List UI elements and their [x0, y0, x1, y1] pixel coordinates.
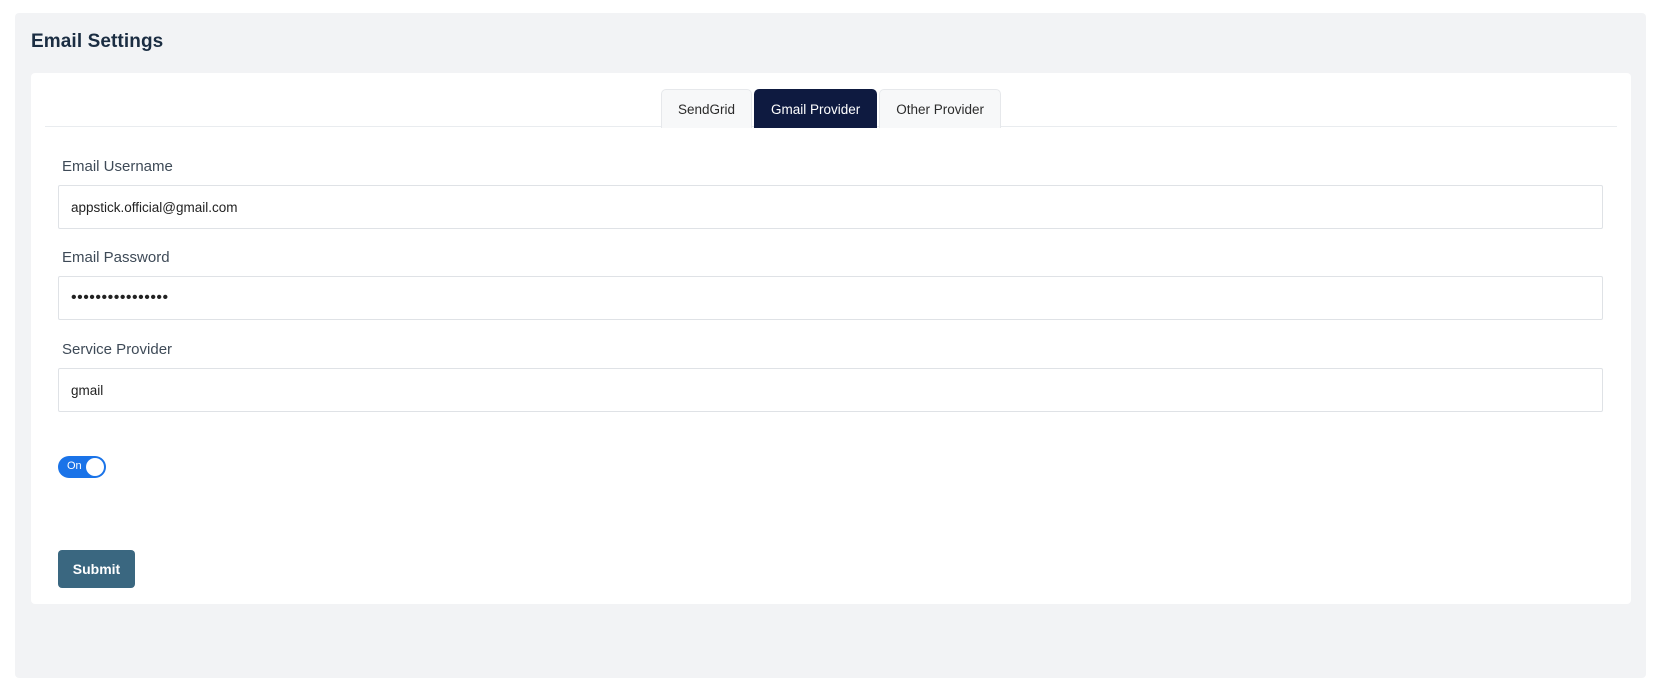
enable-toggle[interactable]: On — [58, 456, 106, 478]
email-username-label: Email Username — [62, 158, 173, 175]
page-title: Email Settings — [31, 31, 164, 52]
tab-sendgrid[interactable]: SendGrid — [660, 89, 752, 128]
service-provider-label: Service Provider — [62, 341, 173, 358]
tab-gmail-provider[interactable]: Gmail Provider — [753, 89, 878, 128]
tab-bar: SendGrid Gmail Provider Other Provider — [45, 89, 1617, 128]
toggle-label: On — [67, 460, 82, 472]
email-password-label: Email Password — [62, 249, 170, 266]
settings-panel: Email Settings SendGrid Gmail Provider O… — [15, 13, 1646, 678]
service-provider-input[interactable] — [58, 368, 1603, 412]
toggle-knob — [86, 458, 104, 476]
settings-card: SendGrid Gmail Provider Other Provider E… — [31, 73, 1631, 604]
tab-other-provider[interactable]: Other Provider — [879, 89, 1002, 128]
email-username-input[interactable] — [58, 185, 1603, 229]
email-password-input[interactable] — [58, 276, 1603, 320]
submit-button[interactable]: Submit — [58, 550, 135, 588]
